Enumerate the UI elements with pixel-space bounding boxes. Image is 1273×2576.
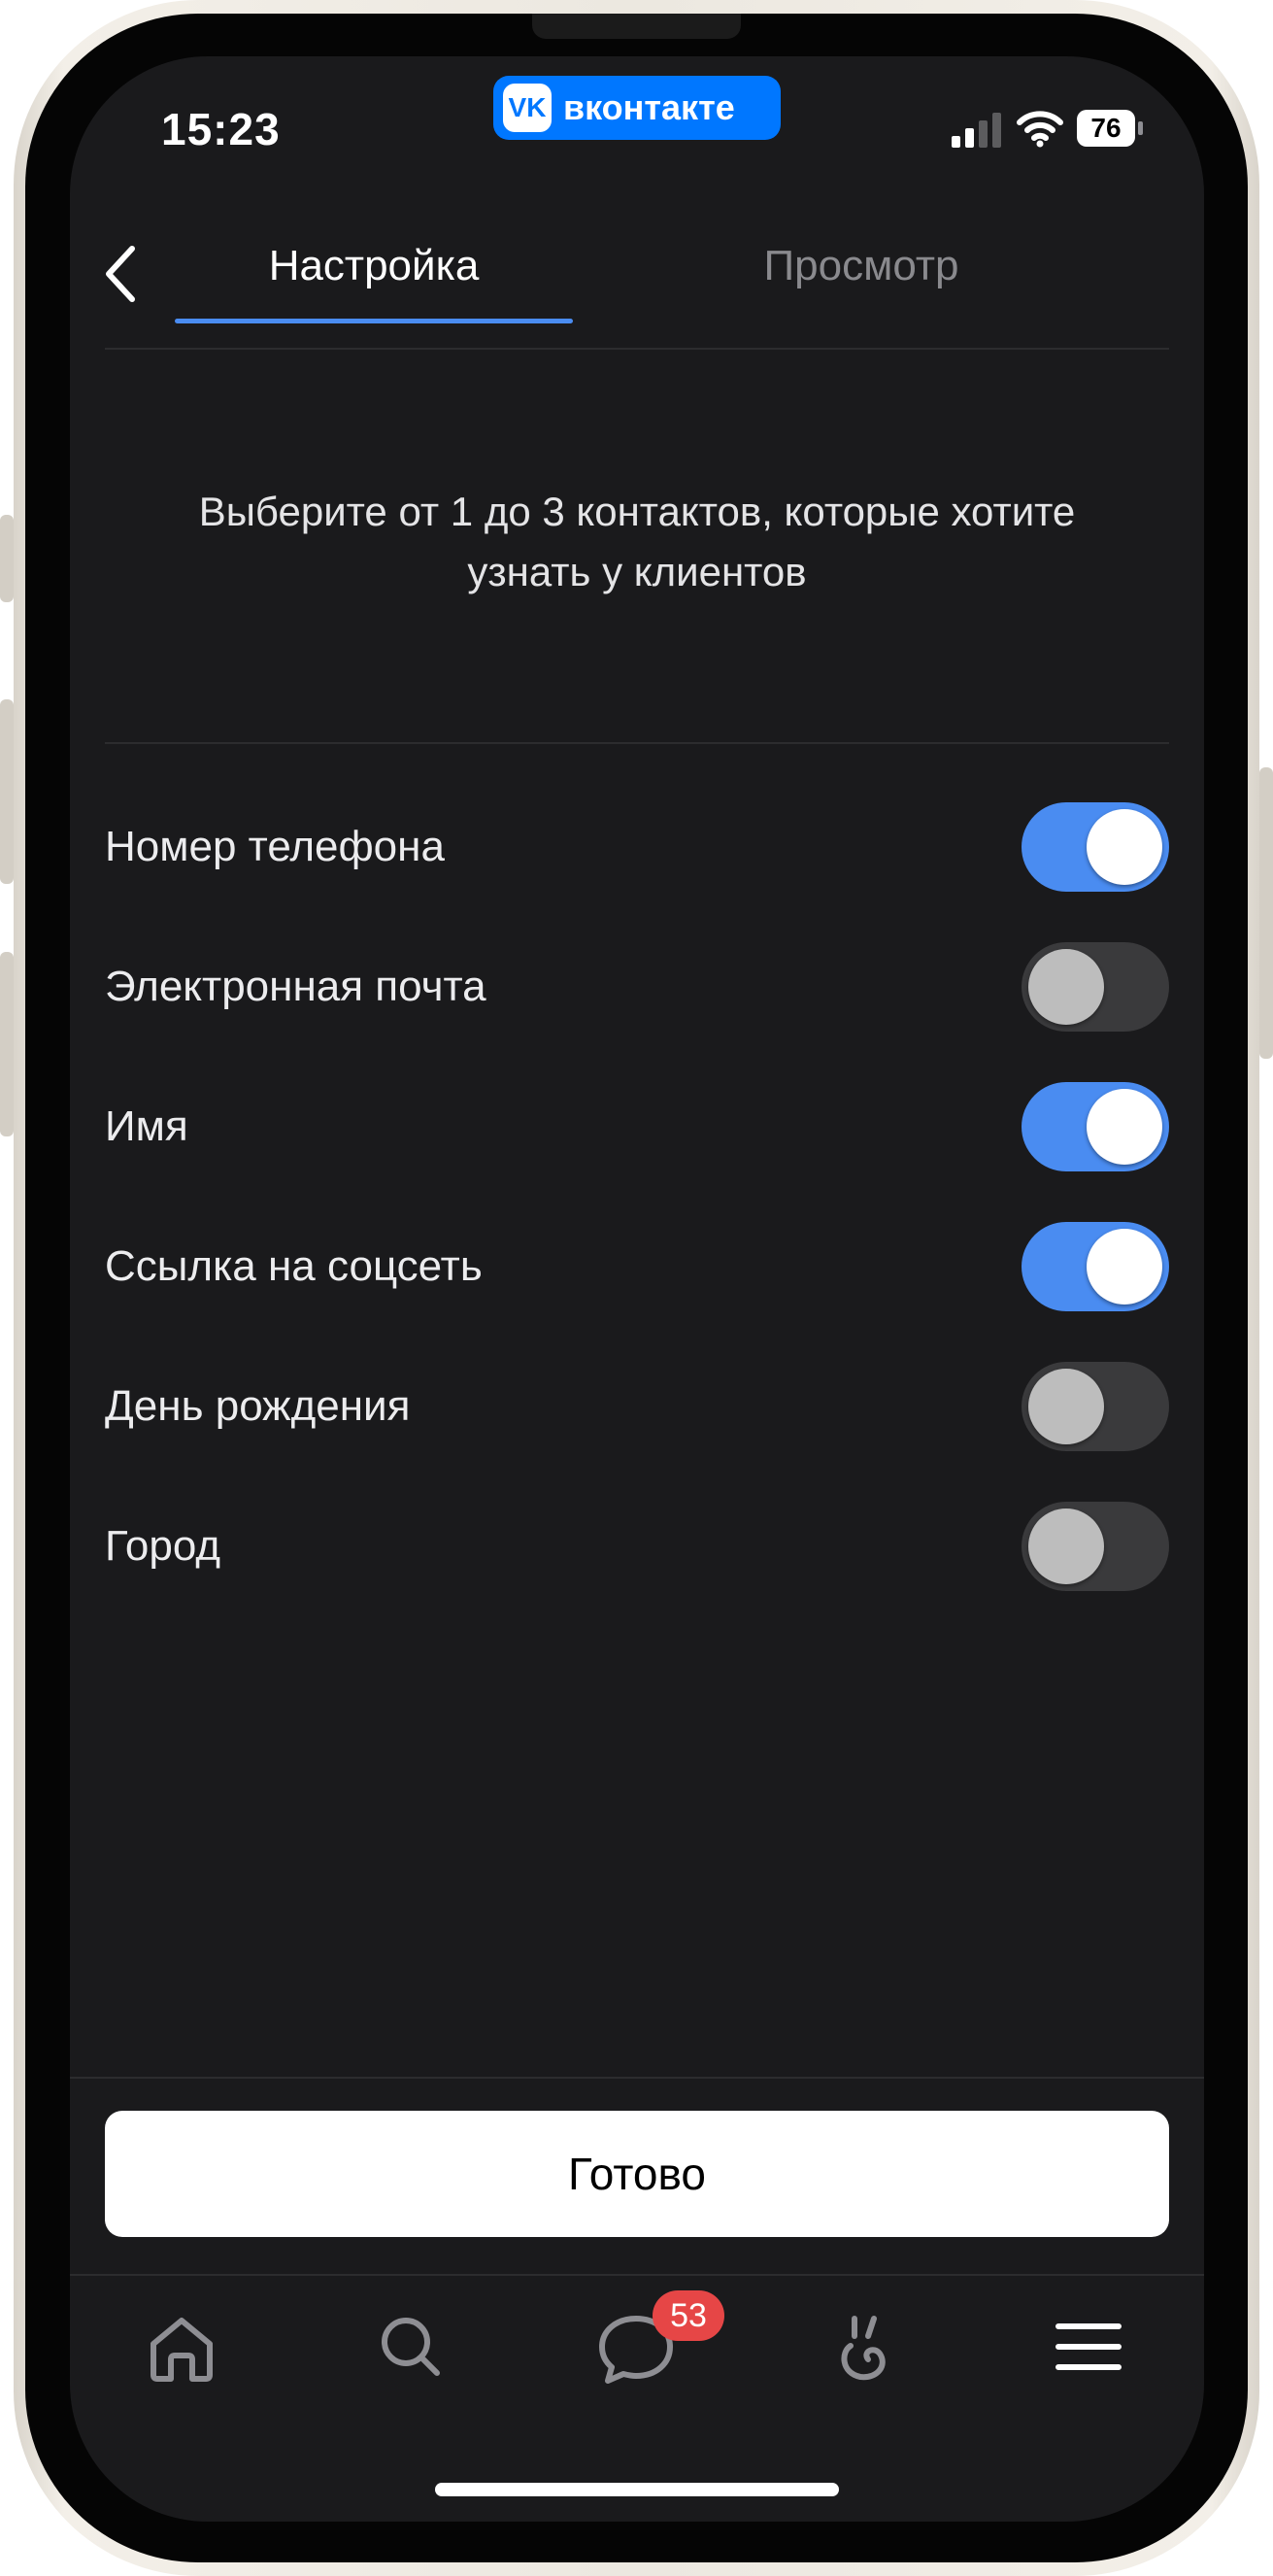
- social-link-toggle[interactable]: [1022, 1222, 1169, 1311]
- volume-up-button: [0, 699, 14, 884]
- home-indicator[interactable]: [435, 2483, 839, 2496]
- divider: [105, 348, 1169, 350]
- tab-preview[interactable]: Просмотр: [672, 237, 1051, 295]
- option-label: Номер телефона: [105, 823, 445, 870]
- option-city: Город: [105, 1502, 1169, 1591]
- toggle-knob: [1087, 1089, 1162, 1165]
- option-label: Имя: [105, 1102, 188, 1150]
- active-tab-indicator: [175, 319, 573, 323]
- battery-level: 76: [1090, 113, 1122, 143]
- mute-switch: [0, 515, 14, 602]
- power-button: [1259, 767, 1273, 1059]
- cellular-signal-icon: [952, 113, 1001, 148]
- option-social-link: Ссылка на соцсеть: [105, 1222, 1169, 1311]
- divider: [70, 2274, 1204, 2276]
- speaker-grille: [532, 14, 741, 39]
- done-button[interactable]: Готово: [105, 2111, 1169, 2237]
- birthday-toggle[interactable]: [1022, 1362, 1169, 1451]
- option-email: Электронная почта: [105, 942, 1169, 1032]
- vk-app-badge[interactable]: VK вконтакте: [493, 76, 781, 140]
- screen: 15:23 VK вконтакте 76 Настройка Просмотр…: [70, 56, 1204, 2522]
- search-icon[interactable]: [367, 2303, 454, 2390]
- option-label: Электронная почта: [105, 963, 486, 1010]
- home-icon[interactable]: [138, 2303, 225, 2390]
- instruction-text: Выберите от 1 до 3 контактов, которые хо…: [198, 489, 1076, 594]
- option-label: Город: [105, 1522, 221, 1570]
- toggle-knob: [1028, 1369, 1104, 1444]
- vk-logo-icon: VK: [503, 84, 552, 132]
- divider: [70, 2077, 1204, 2079]
- phone-number-toggle[interactable]: [1022, 802, 1169, 892]
- divider: [105, 742, 1169, 744]
- option-phone-number: Номер телефона: [105, 802, 1169, 892]
- back-arrow-icon[interactable]: [89, 235, 148, 313]
- option-label: Ссылка на соцсеть: [105, 1242, 483, 1290]
- clips-icon[interactable]: [820, 2303, 907, 2390]
- option-name: Имя: [105, 1082, 1169, 1171]
- city-toggle[interactable]: [1022, 1502, 1169, 1591]
- tab-settings[interactable]: Настройка: [175, 237, 573, 295]
- wifi-icon: [1017, 111, 1063, 148]
- messages-count-badge: 53: [653, 2290, 724, 2341]
- toggle-knob: [1087, 1229, 1162, 1305]
- menu-icon[interactable]: [1045, 2303, 1132, 2390]
- toggle-knob: [1087, 809, 1162, 885]
- email-toggle[interactable]: [1022, 942, 1169, 1032]
- toggle-knob: [1028, 949, 1104, 1025]
- option-label: День рождения: [105, 1382, 411, 1430]
- battery-icon: 76: [1076, 109, 1144, 148]
- vk-app-badge-label: вконтакте: [563, 87, 735, 127]
- status-time: 15:23: [161, 104, 281, 154]
- name-toggle[interactable]: [1022, 1082, 1169, 1171]
- option-birthday: День рождения: [105, 1362, 1169, 1451]
- toggle-knob: [1028, 1508, 1104, 1584]
- volume-down-button: [0, 952, 14, 1136]
